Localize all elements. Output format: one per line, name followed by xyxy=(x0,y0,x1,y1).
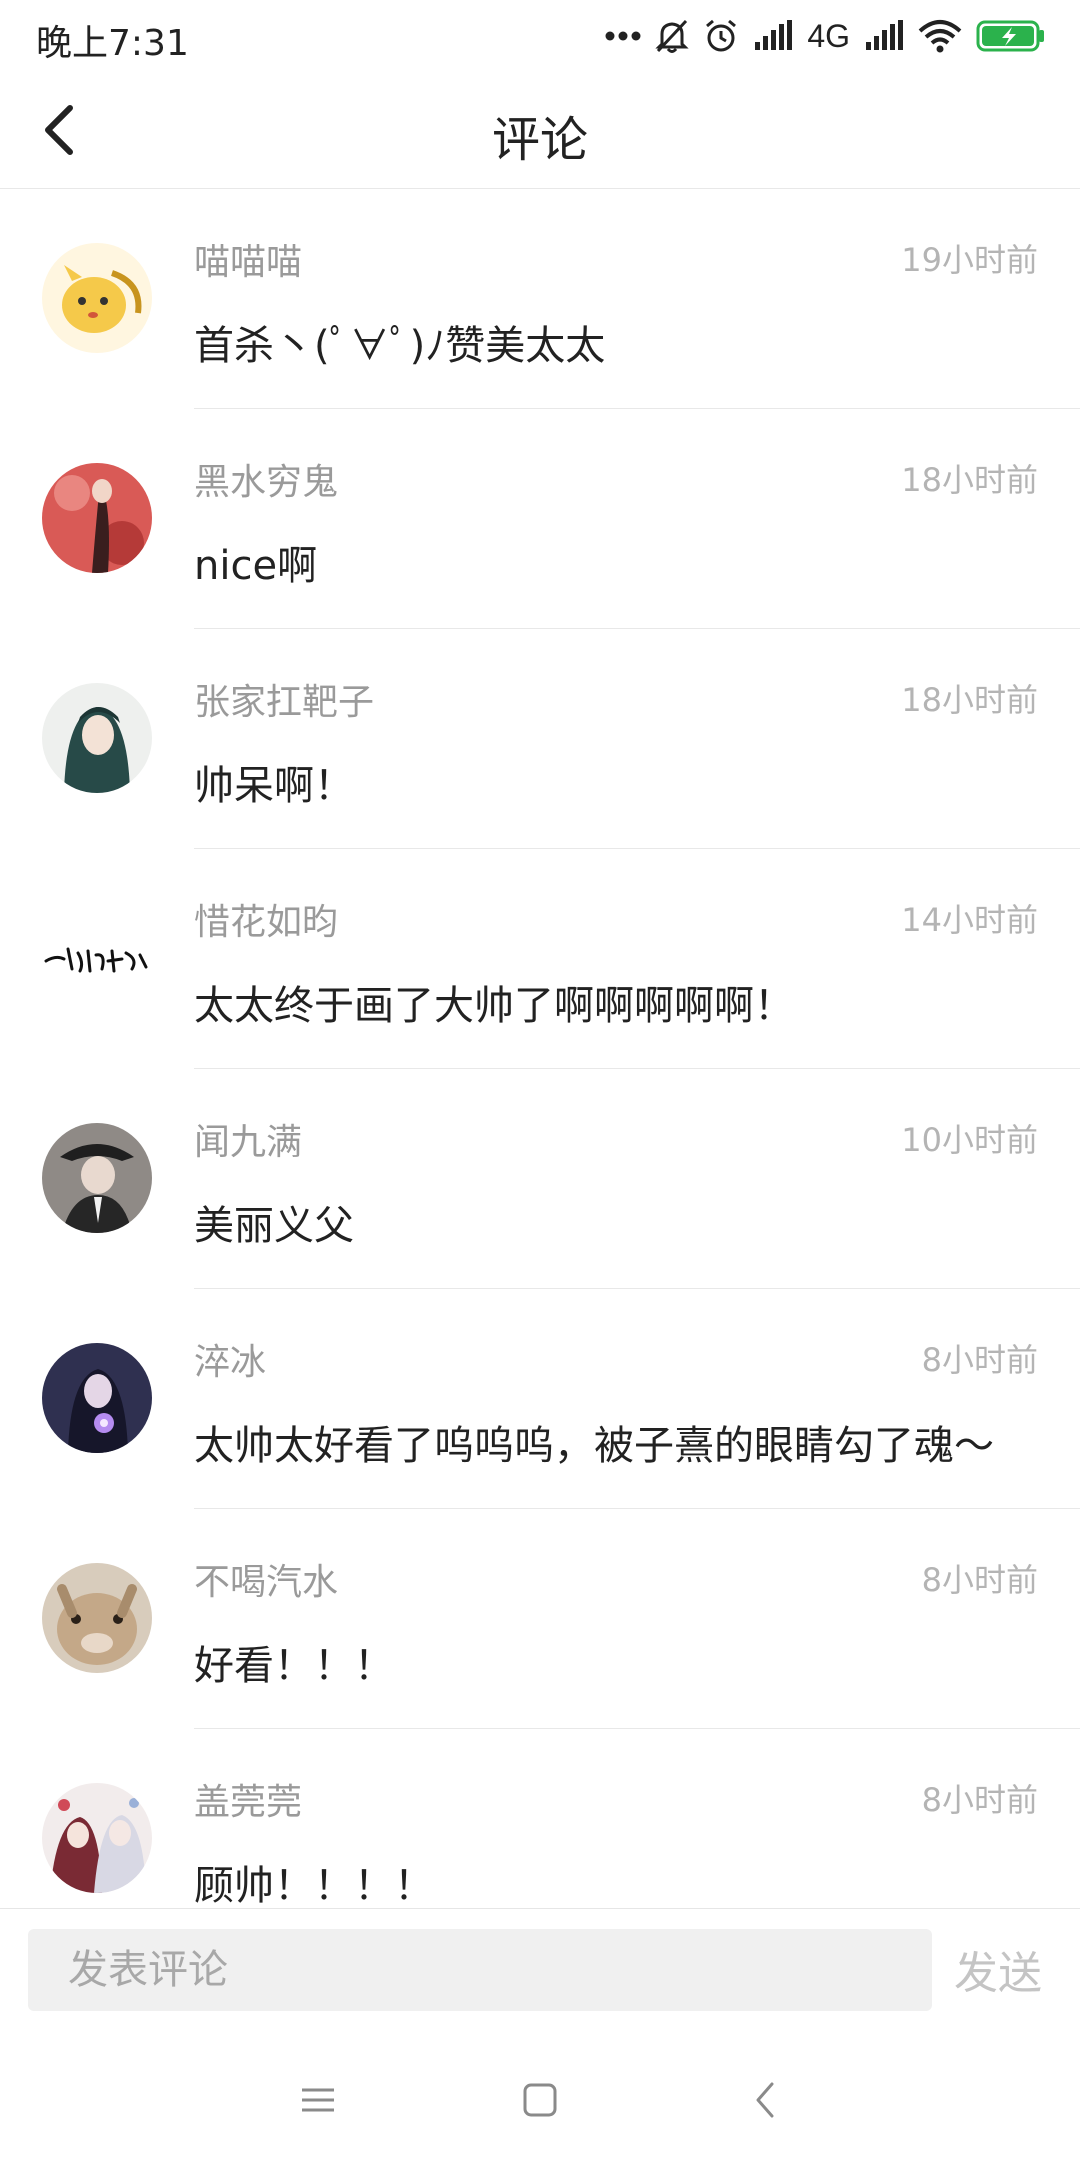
comment-text: 太帅太好看了呜呜呜，被子熹的眼睛勾了魂～ xyxy=(194,1423,994,1469)
comment-item[interactable]: 张家扛靶子 18小时前 帅呆啊！ xyxy=(0,629,1080,849)
avatar[interactable] xyxy=(42,683,152,793)
status-bar: 晚上7:31 4G xyxy=(0,0,1080,72)
home-button[interactable] xyxy=(510,2070,570,2130)
avatar[interactable] xyxy=(42,1563,152,1673)
avatar[interactable] xyxy=(42,463,152,573)
battery-charging-icon xyxy=(976,19,1046,53)
comment-text: 美丽义父 xyxy=(194,1203,354,1249)
comment-timestamp: 19小时前 xyxy=(901,241,1038,279)
avatar[interactable] xyxy=(42,243,152,353)
signal-icon xyxy=(753,20,793,52)
comment-text: nice啊 xyxy=(194,543,318,589)
comment-username[interactable]: 淬冰 xyxy=(194,1333,266,1385)
comment-item[interactable]: 黑水穷鬼 18小时前 nice啊 xyxy=(0,409,1080,629)
menu-icon xyxy=(288,2088,348,2134)
comment-item[interactable]: 惜花如昀 14小时前 太太终于画了大帅了啊啊啊啊啊！ xyxy=(0,849,1080,1069)
comment-timestamp: 8小时前 xyxy=(921,1341,1038,1379)
network-type: 4G xyxy=(807,17,850,54)
comment-timestamp: 10小时前 xyxy=(901,1121,1038,1159)
mute-icon xyxy=(655,18,689,54)
comment-item[interactable]: 不喝汽水 8小时前 好看！！！ xyxy=(0,1509,1080,1729)
comment-username[interactable]: 惜花如昀 xyxy=(194,893,338,945)
comment-item[interactable]: 淬冰 8小时前 太帅太好看了呜呜呜，被子熹的眼睛勾了魂～ xyxy=(0,1289,1080,1509)
status-time: 晚上7:31 xyxy=(36,23,189,64)
more-dots-icon xyxy=(605,30,641,42)
system-back-button[interactable] xyxy=(736,2070,796,2130)
comment-text: 好看！！！ xyxy=(194,1643,394,1689)
avatar[interactable] xyxy=(42,903,152,1013)
comment-timestamp: 8小时前 xyxy=(921,1561,1038,1599)
comment-username[interactable]: 张家扛靶子 xyxy=(194,673,374,725)
comment-text: 太太终于画了大帅了啊啊啊啊啊！ xyxy=(194,983,794,1029)
comment-timestamp: 8小时前 xyxy=(921,1781,1038,1819)
comment-username[interactable]: 盖莞莞 xyxy=(194,1773,302,1825)
header: 评论 xyxy=(0,72,1080,189)
avatar[interactable] xyxy=(42,1123,152,1233)
comment-timestamp: 18小时前 xyxy=(901,681,1038,719)
page-title: 评论 xyxy=(491,112,588,168)
status-icons: 4G xyxy=(605,14,1046,58)
send-button[interactable]: 发送 xyxy=(954,1937,1042,2001)
home-icon xyxy=(510,2083,570,2134)
comment-timestamp: 14小时前 xyxy=(901,901,1038,939)
signal-icon-2 xyxy=(864,20,904,52)
avatar[interactable] xyxy=(42,1783,152,1893)
comment-username[interactable]: 黑水穷鬼 xyxy=(194,453,338,505)
comment-input[interactable] xyxy=(28,1929,932,2011)
comment-text: 首杀丶(ﾟ∀ﾟ)ﾉ赞美太太 xyxy=(194,323,606,369)
alarm-icon xyxy=(703,18,739,54)
comment-text: 帅呆啊！ xyxy=(194,763,354,809)
menu-button[interactable] xyxy=(288,2070,348,2130)
comment-item[interactable]: 盖莞莞 8小时前 顾帅！！！！ xyxy=(0,1729,1080,1907)
comment-input-bar: 发送 xyxy=(0,1908,1080,2031)
wifi-icon xyxy=(918,19,962,53)
comment-item[interactable]: 喵喵喵 19小时前 首杀丶(ﾟ∀ﾟ)ﾉ赞美太太 xyxy=(0,189,1080,409)
system-nav-bar xyxy=(0,2032,1080,2160)
back-icon xyxy=(736,2082,796,2134)
comment-username[interactable]: 闻九满 xyxy=(194,1113,302,1165)
comment-username[interactable]: 喵喵喵 xyxy=(194,233,302,285)
comment-timestamp: 18小时前 xyxy=(901,461,1038,499)
comment-list[interactable]: 喵喵喵 19小时前 首杀丶(ﾟ∀ﾟ)ﾉ赞美太太 黑水穷鬼 18小时前 nice啊… xyxy=(0,189,1080,1907)
comment-text: 顾帅！！！！ xyxy=(194,1863,434,1907)
avatar[interactable] xyxy=(42,1343,152,1453)
comment-username[interactable]: 不喝汽水 xyxy=(194,1553,338,1605)
comment-item[interactable]: 闻九满 10小时前 美丽义父 xyxy=(0,1069,1080,1289)
